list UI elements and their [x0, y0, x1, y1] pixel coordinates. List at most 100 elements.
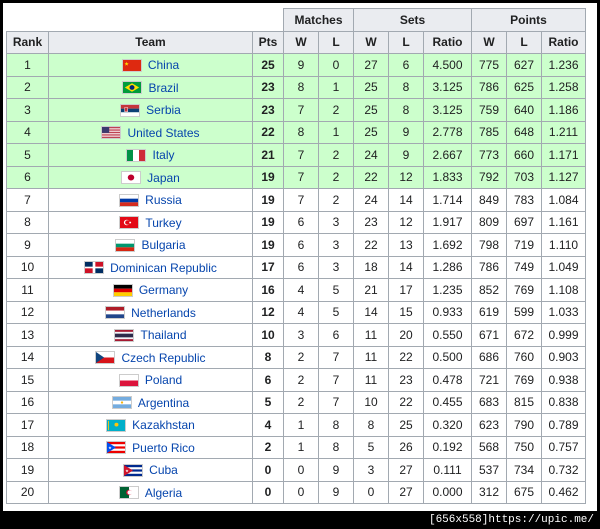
header-points-ratio: Ratio	[541, 30, 586, 54]
sets-ratio-cell: 1.286	[423, 255, 472, 279]
team-link[interactable]: Czech Republic	[121, 351, 205, 365]
pts-cell: 21	[252, 143, 284, 167]
team-cell: Puerto Rico	[48, 435, 253, 459]
matches-lost-cell: 6	[318, 323, 354, 347]
points-ratio-cell: 1.236	[541, 53, 586, 77]
team-cell: Serbia	[48, 98, 253, 122]
header-points: Points	[471, 8, 586, 32]
points-ratio-cell: 0.462	[541, 480, 586, 504]
sets-ratio-cell: 0.933	[423, 300, 472, 324]
points-won-cell: 619	[471, 300, 507, 324]
team-link[interactable]: Algeria	[145, 486, 182, 500]
team-link[interactable]: Italy	[152, 148, 174, 162]
sets-won-cell: 11	[353, 323, 389, 347]
table-row: 17 Kazakhstan 4 1 8 8 25 0.320 623 790 0.789	[6, 413, 586, 437]
points-lost-cell: 783	[506, 188, 542, 212]
flag-poland-icon	[118, 373, 139, 387]
flag-czech-republic-icon	[95, 351, 116, 365]
flag-italy-icon	[126, 148, 147, 162]
sets-won-cell: 25	[353, 75, 389, 99]
team-link[interactable]: Bulgaria	[141, 238, 185, 252]
team-link[interactable]: United States	[127, 126, 199, 140]
matches-won-cell: 0	[283, 480, 319, 504]
sets-lost-cell: 13	[388, 233, 424, 257]
sets-ratio-cell: 1.833	[423, 165, 472, 189]
points-lost-cell: 750	[506, 435, 542, 459]
team-cell: Cuba	[48, 458, 253, 482]
points-lost-cell: 769	[506, 368, 542, 392]
team-link[interactable]: Brazil	[148, 81, 178, 95]
table-row: 2 Brazil 23 8 1 25 8 3.125 786 625 1.258	[6, 75, 586, 99]
pts-cell: 19	[252, 165, 284, 189]
watermark: [656x558]https://upic.me/	[428, 514, 594, 526]
team-link[interactable]: Poland	[145, 373, 182, 387]
points-lost-cell: 648	[506, 120, 542, 144]
team-link[interactable]: Dominican Republic	[110, 261, 217, 275]
standings-body: 1 China 25 9 0 27 6 4.500 775 627 1.236 2 Brazil 23 8 1…	[6, 53, 586, 504]
pts-cell: 17	[252, 255, 284, 279]
sets-won-cell: 24	[353, 188, 389, 212]
matches-won-cell: 4	[283, 300, 319, 324]
sets-won-cell: 8	[353, 413, 389, 437]
points-ratio-cell: 1.161	[541, 210, 586, 234]
team-cell: Thailand	[48, 323, 253, 347]
matches-lost-cell: 5	[318, 278, 354, 302]
sets-won-cell: 24	[353, 143, 389, 167]
pts-cell: 5	[252, 390, 284, 414]
sets-ratio-cell: 2.667	[423, 143, 472, 167]
pts-cell: 0	[252, 458, 284, 482]
team-link[interactable]: Serbia	[146, 103, 181, 117]
header-matches-w: W	[283, 30, 319, 54]
rank-cell: 7	[6, 188, 49, 212]
team-link[interactable]: Turkey	[145, 216, 181, 230]
rank-cell: 3	[6, 98, 49, 122]
sets-won-cell: 5	[353, 435, 389, 459]
team-link[interactable]: Argentina	[138, 396, 189, 410]
team-cell: Turkey	[48, 210, 253, 234]
matches-won-cell: 6	[283, 255, 319, 279]
table-row: 9 Bulgaria 19 6 3 22 13 1.692 798 719 1.110	[6, 233, 586, 257]
points-ratio-cell: 1.186	[541, 98, 586, 122]
matches-lost-cell: 2	[318, 143, 354, 167]
sets-won-cell: 25	[353, 120, 389, 144]
matches-lost-cell: 3	[318, 210, 354, 234]
sets-ratio-cell: 0.550	[423, 323, 472, 347]
table-row: 16 Argentina 5 2 7 10 22 0.455 683 815 0.838	[6, 390, 586, 414]
team-cell: Germany	[48, 278, 253, 302]
team-link[interactable]: Thailand	[140, 328, 186, 342]
points-lost-cell: 769	[506, 278, 542, 302]
points-ratio-cell: 0.938	[541, 368, 586, 392]
rank-cell: 2	[6, 75, 49, 99]
rank-cell: 16	[6, 390, 49, 414]
team-link[interactable]: Cuba	[149, 463, 178, 477]
points-won-cell: 773	[471, 143, 507, 167]
team-link[interactable]: Kazakhstan	[132, 418, 195, 432]
points-lost-cell: 697	[506, 210, 542, 234]
sets-won-cell: 0	[353, 480, 389, 504]
team-cell: Bulgaria	[48, 233, 253, 257]
header-blank	[6, 8, 284, 32]
points-won-cell: 671	[471, 323, 507, 347]
team-link[interactable]: Germany	[139, 283, 188, 297]
header-points-w: W	[471, 30, 507, 54]
header-team: Team	[48, 30, 253, 54]
team-link[interactable]: Japan	[147, 171, 180, 185]
matches-won-cell: 8	[283, 75, 319, 99]
team-link[interactable]: China	[148, 58, 179, 72]
points-lost-cell: 660	[506, 143, 542, 167]
matches-lost-cell: 3	[318, 233, 354, 257]
header-matches: Matches	[283, 8, 354, 32]
team-cell: China	[48, 53, 253, 77]
sets-won-cell: 25	[353, 98, 389, 122]
points-lost-cell: 719	[506, 233, 542, 257]
points-won-cell: 852	[471, 278, 507, 302]
team-link[interactable]: Russia	[145, 193, 182, 207]
team-link[interactable]: Puerto Rico	[132, 441, 195, 455]
matches-won-cell: 0	[283, 458, 319, 482]
sets-won-cell: 18	[353, 255, 389, 279]
points-ratio-cell: 1.110	[541, 233, 586, 257]
flag-argentina-icon	[111, 396, 132, 410]
team-link[interactable]: Netherlands	[131, 306, 196, 320]
team-cell: Brazil	[48, 75, 253, 99]
rank-cell: 17	[6, 413, 49, 437]
